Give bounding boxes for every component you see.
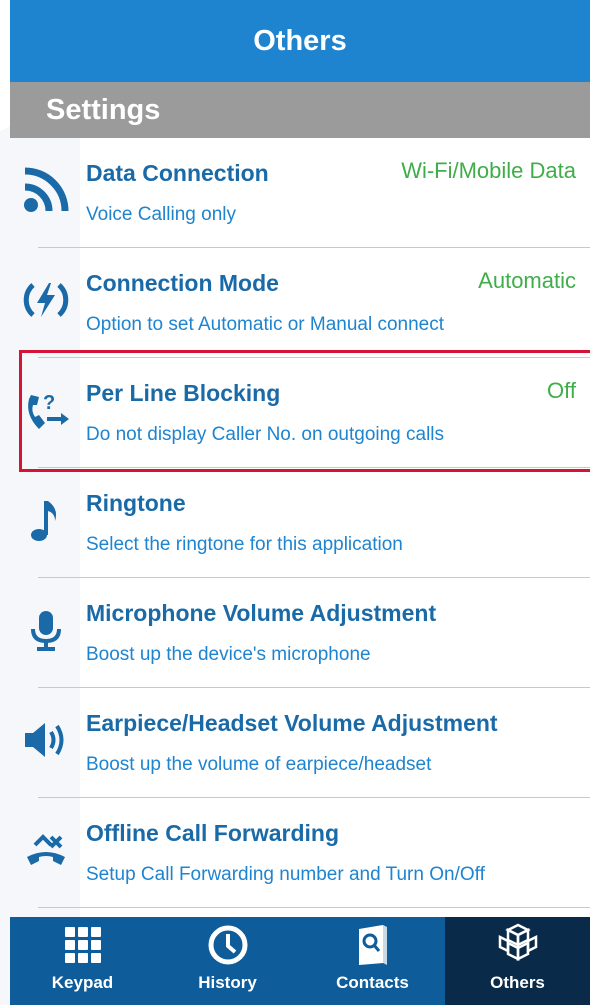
setting-subtitle: Select the ringtone for this application [86, 534, 403, 555]
tab-contacts[interactable]: Contacts [300, 917, 445, 1005]
lightning-icon [18, 272, 74, 328]
music-note-icon [18, 492, 74, 548]
setting-subtitle: Voice Calling only [86, 204, 236, 225]
svg-text:?: ? [43, 392, 55, 414]
setting-subtitle: Setup Call Forwarding number and Turn On… [86, 864, 485, 885]
section-title: Settings [46, 93, 161, 126]
clock-icon [206, 923, 250, 967]
speaker-icon [18, 712, 74, 768]
tab-label: History [198, 973, 257, 992]
setting-title: Microphone Volume Adjustment [86, 600, 437, 626]
setting-title: Per Line Blocking [86, 380, 281, 406]
setting-microphone-volume[interactable]: Microphone Volume Adjustment Boost up th… [0, 578, 590, 688]
call-forward-icon [18, 822, 74, 878]
app-screen: Others Settings Data Connection Wi-Fi/Mo… [0, 0, 590, 1005]
setting-title: Offline Call Forwarding [86, 820, 340, 846]
setting-per-line-blocking[interactable]: ? Per Line Blocking Off Do not display C… [0, 358, 590, 468]
settings-list: Data Connection Wi-Fi/Mobile Data Voice … [0, 138, 590, 908]
setting-value: Automatic [478, 268, 576, 293]
setting-subtitle: Option to set Automatic or Manual connec… [86, 314, 445, 335]
keypad-icon [61, 923, 105, 967]
tab-others[interactable]: Others [445, 917, 590, 1005]
page-title: Others [253, 24, 347, 57]
tab-label: Contacts [336, 973, 409, 992]
setting-value: Wi-Fi/Mobile Data [401, 158, 576, 183]
header-bar: Others [10, 0, 590, 82]
setting-subtitle: Boost up the volume of earpiece/headset [86, 754, 432, 775]
tab-keypad[interactable]: Keypad [10, 917, 155, 1005]
microphone-icon [18, 602, 74, 658]
setting-title: Data Connection [86, 160, 269, 186]
setting-data-connection[interactable]: Data Connection Wi-Fi/Mobile Data Voice … [0, 138, 590, 248]
setting-title: Earpiece/Headset Volume Adjustment [86, 710, 498, 736]
setting-ringtone[interactable]: Ringtone Select the ringtone for this ap… [0, 468, 590, 578]
cubes-icon [496, 923, 540, 967]
contacts-book-icon [351, 923, 395, 967]
tab-bar: Keypad History Contacts Others [10, 917, 590, 1005]
section-header: Settings [10, 82, 590, 138]
tab-history[interactable]: History [155, 917, 300, 1005]
phone-question-icon: ? [18, 382, 74, 438]
setting-connection-mode[interactable]: Connection Mode Automatic Option to set … [0, 248, 590, 358]
setting-value: Off [547, 378, 576, 403]
setting-subtitle: Boost up the device's microphone [86, 644, 371, 665]
wifi-icon [18, 162, 74, 218]
setting-offline-call-forwarding[interactable]: Offline Call Forwarding Setup Call Forwa… [0, 798, 590, 908]
setting-subtitle: Do not display Caller No. on outgoing ca… [86, 424, 445, 445]
tab-label: Others [490, 973, 545, 992]
setting-earpiece-volume[interactable]: Earpiece/Headset Volume Adjustment Boost… [0, 688, 590, 798]
setting-title: Ringtone [86, 490, 186, 516]
setting-title: Connection Mode [86, 270, 279, 296]
divider [38, 907, 590, 908]
tab-label: Keypad [51, 973, 114, 992]
